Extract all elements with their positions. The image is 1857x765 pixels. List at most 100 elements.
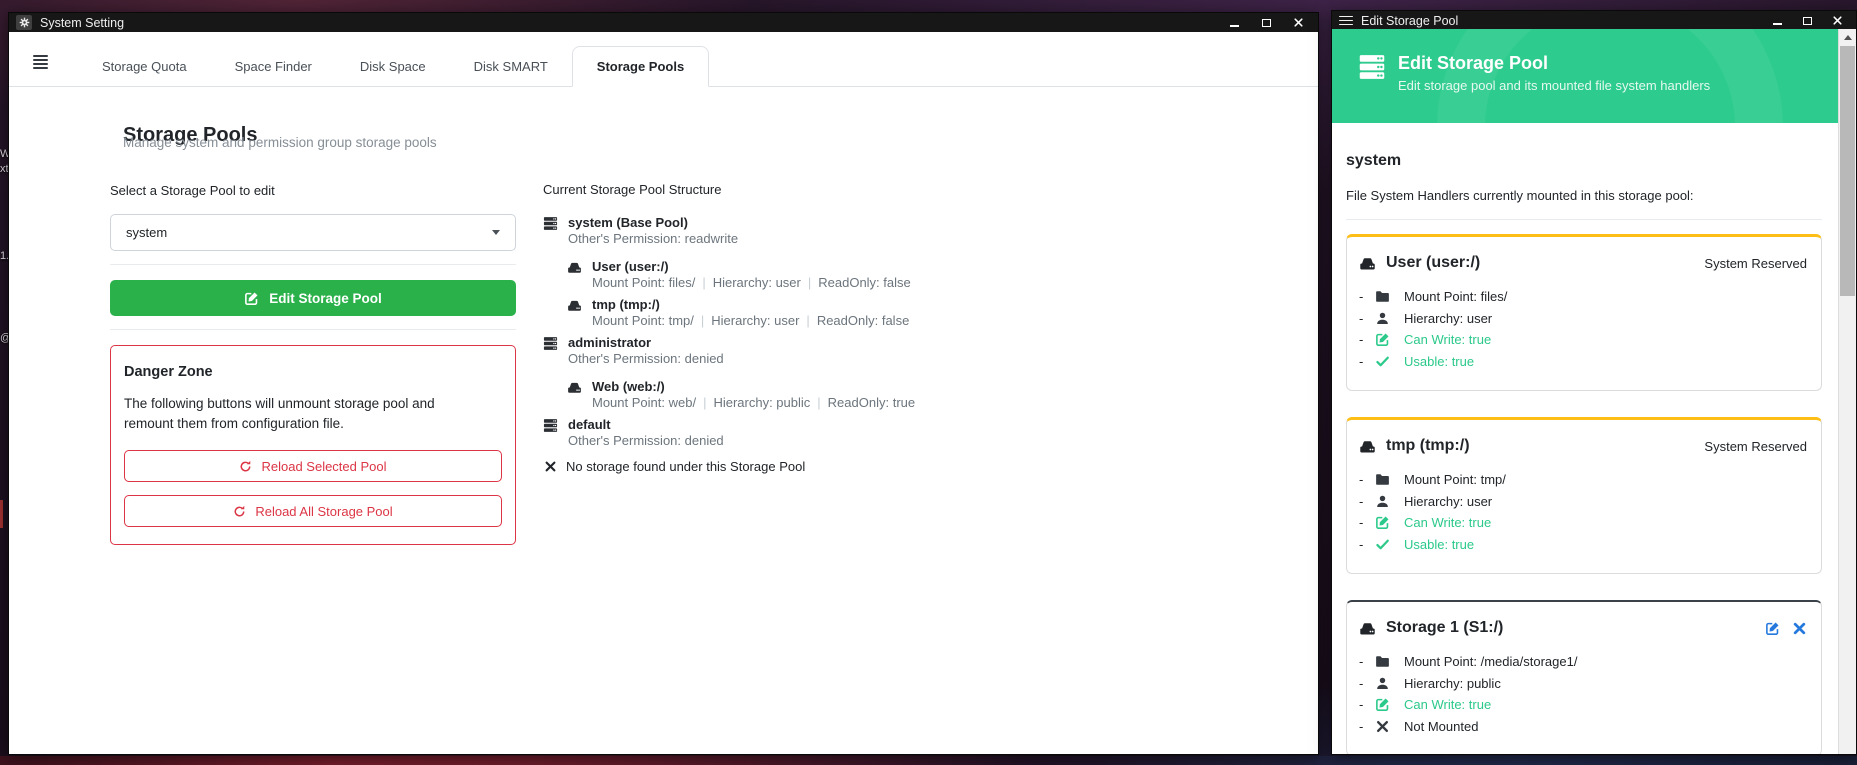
desktop-artifact bbox=[0, 500, 3, 528]
handler-name: Storage 1 (S1:/) bbox=[1386, 619, 1503, 637]
selected-pool-value: system bbox=[126, 225, 167, 240]
pool-permission: Other's Permission: denied bbox=[568, 433, 1163, 449]
server-icon bbox=[543, 216, 558, 231]
tab-space-finder[interactable]: Space Finder bbox=[211, 47, 336, 86]
pool-node-system: system (Base Pool) Other's Permission: r… bbox=[543, 215, 1163, 329]
window-controls bbox=[1762, 11, 1852, 30]
tab-storage-quota[interactable]: Storage Quota bbox=[78, 47, 211, 86]
handler-property: -Can Write: true bbox=[1359, 329, 1807, 351]
handler-node: tmp (tmp:/) Mount Point: tmp/|Hierarchy:… bbox=[567, 297, 1163, 329]
window-controls bbox=[1218, 13, 1314, 32]
pool-name: default bbox=[568, 417, 611, 433]
handler-name: Web (web:/) bbox=[592, 379, 665, 395]
handler-property: -Usable: true bbox=[1359, 351, 1807, 373]
scrollbar[interactable] bbox=[1838, 29, 1856, 754]
tab-bar: Storage Quota Space Finder Disk Space Di… bbox=[9, 32, 1318, 87]
handler-property: -Mount Point: files/ bbox=[1359, 286, 1807, 308]
handler-node: Web (web:/) Mount Point: web/|Hierarchy:… bbox=[567, 379, 1163, 411]
handler-card-tmp: tmp (tmp:/) System Reserved -Mount Point… bbox=[1346, 417, 1822, 574]
scroll-up-arrow[interactable] bbox=[1839, 29, 1856, 45]
refresh-icon bbox=[233, 505, 246, 518]
titlebar[interactable]: System Setting bbox=[9, 13, 1318, 32]
system-reserved-badge: System Reserved bbox=[1704, 256, 1807, 271]
system-setting-window: System Setting Storage Quota Space Finde… bbox=[8, 12, 1319, 755]
maximize-button[interactable] bbox=[1250, 13, 1282, 32]
server-icon bbox=[543, 336, 558, 351]
handler-property: -Hierarchy: public bbox=[1359, 673, 1807, 695]
folder-icon bbox=[1375, 654, 1390, 669]
edit-handler-button[interactable] bbox=[1765, 621, 1780, 636]
divider bbox=[110, 264, 516, 265]
titlebar[interactable]: Edit Storage Pool bbox=[1332, 11, 1856, 30]
handler-property: -Mount Point: /media/storage1/ bbox=[1359, 651, 1807, 673]
hdd-icon bbox=[567, 298, 582, 313]
pool-node-administrator: administrator Other's Permission: denied… bbox=[543, 335, 1163, 411]
tab-disk-space[interactable]: Disk Space bbox=[336, 47, 450, 86]
person-icon bbox=[1375, 494, 1390, 509]
tab-storage-pools[interactable]: Storage Pools bbox=[572, 46, 709, 87]
reload-selected-pool-button[interactable]: Reload Selected Pool bbox=[124, 450, 502, 482]
edit-icon bbox=[244, 291, 259, 306]
person-icon bbox=[1375, 311, 1390, 326]
page-subtitle: Manage system and permission group stora… bbox=[123, 135, 437, 150]
pool-node-default: default Other's Permission: denied No st… bbox=[543, 417, 1163, 474]
handler-details: Mount Point: files/|Hierarchy: user|Read… bbox=[592, 275, 1163, 291]
system-reserved-badge: System Reserved bbox=[1704, 439, 1807, 454]
handler-name: tmp (tmp:/) bbox=[592, 297, 660, 313]
minimize-button[interactable] bbox=[1762, 11, 1792, 30]
check-icon bbox=[1375, 354, 1390, 369]
edit-icon bbox=[1375, 697, 1390, 712]
desktop: { "desktop": { "fragments": ["W", "xt", … bbox=[0, 0, 1857, 765]
x-icon bbox=[544, 460, 557, 473]
window-body: Storage Quota Space Finder Disk Space Di… bbox=[9, 32, 1318, 754]
handler-property: -Mount Point: tmp/ bbox=[1359, 469, 1807, 491]
handler-node: User (user:/) Mount Point: files/|Hierar… bbox=[567, 259, 1163, 291]
handler-name: tmp (tmp:/) bbox=[1386, 437, 1470, 455]
reload-all-pools-button[interactable]: Reload All Storage Pool bbox=[124, 495, 502, 527]
hdd-icon bbox=[1359, 620, 1376, 637]
dialog-title: Edit Storage Pool bbox=[1398, 53, 1710, 73]
folder-icon bbox=[1375, 289, 1390, 304]
danger-zone: Danger Zone The following buttons will u… bbox=[110, 345, 516, 545]
x-icon bbox=[1375, 719, 1390, 734]
menu-icon[interactable] bbox=[1339, 15, 1353, 27]
handler-property: -Not Mounted bbox=[1359, 716, 1807, 738]
maximize-button[interactable] bbox=[1792, 11, 1822, 30]
folder-icon bbox=[1375, 472, 1390, 487]
chevron-down-icon bbox=[492, 230, 500, 235]
close-button[interactable] bbox=[1822, 11, 1852, 30]
edit-icon bbox=[1375, 515, 1390, 530]
dialog-subtitle: Edit storage pool and its mounted file s… bbox=[1398, 78, 1710, 93]
pool-permission: Other's Permission: readwrite bbox=[568, 231, 1163, 247]
pool-permission: Other's Permission: denied bbox=[568, 351, 1163, 367]
dialog-header: Edit Storage Pool Edit storage pool and … bbox=[1332, 29, 1838, 123]
divider bbox=[1346, 219, 1822, 220]
handler-card-user: User (user:/) System Reserved -Mount Poi… bbox=[1346, 234, 1822, 391]
handler-card-storage1: Storage 1 (S1:/) -Mount Point: /media/st… bbox=[1346, 600, 1822, 754]
minimize-button[interactable] bbox=[1218, 13, 1250, 32]
handlers-description: File System Handlers currently mounted i… bbox=[1346, 188, 1822, 204]
close-button[interactable] bbox=[1282, 13, 1314, 32]
scrollbar-thumb[interactable] bbox=[1840, 46, 1855, 296]
handler-name: User (user:/) bbox=[592, 259, 669, 275]
edit-storage-pool-button[interactable]: Edit Storage Pool bbox=[110, 280, 516, 316]
window-title: Edit Storage Pool bbox=[1361, 14, 1458, 28]
pool-name: system (Base Pool) bbox=[568, 215, 688, 231]
structure-title: Current Storage Pool Structure bbox=[543, 182, 1163, 198]
hdd-icon bbox=[567, 260, 582, 275]
handler-property: -Can Write: true bbox=[1359, 512, 1807, 534]
handler-name: User (user:/) bbox=[1386, 254, 1480, 272]
refresh-icon bbox=[239, 460, 252, 473]
check-icon bbox=[1375, 537, 1390, 552]
edit-storage-pool-window: Edit Storage Pool Edit Storage Pool Edit… bbox=[1331, 10, 1857, 755]
person-icon bbox=[1375, 676, 1390, 691]
window-body: Edit Storage Pool Edit storage pool and … bbox=[1332, 29, 1856, 754]
menu-icon[interactable] bbox=[33, 54, 48, 70]
danger-zone-description: The following buttons will unmount stora… bbox=[124, 394, 482, 434]
storage-pool-select[interactable]: system bbox=[110, 214, 516, 251]
server-icon bbox=[1358, 53, 1386, 81]
remove-handler-button[interactable] bbox=[1792, 621, 1807, 636]
select-pool-label: Select a Storage Pool to edit bbox=[110, 183, 516, 199]
pool-name-heading: system bbox=[1346, 151, 1822, 171]
tab-disk-smart[interactable]: Disk SMART bbox=[450, 47, 572, 86]
